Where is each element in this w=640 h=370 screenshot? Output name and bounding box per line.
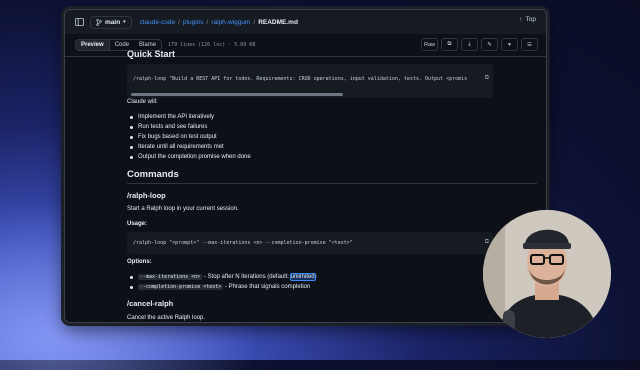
chevron-down-icon: ▾ — [123, 19, 126, 25]
breadcrumb: claude-code / plugins / ralph-wiggum / R… — [139, 18, 298, 26]
breadcrumb-ralph-wiggum[interactable]: ralph-wiggum — [211, 19, 250, 26]
steps-list: Implement the API iteratively Run tests … — [127, 112, 251, 162]
list-item: Output the completion promise when done — [127, 152, 251, 162]
code-block-quick: /ralph-loop "Build a REST API for todos.… — [127, 64, 493, 98]
top-label: Top — [525, 16, 536, 23]
inline-code: --max-iterations <n> — [138, 274, 203, 280]
top-button[interactable]: ↑ Top — [519, 16, 536, 23]
options-list: --max-iterations <n> - Stop after N iter… — [127, 272, 317, 292]
sidebar-toggle-icon[interactable] — [75, 18, 84, 26]
list-item: Fix bugs based on test output — [127, 132, 251, 142]
branch-name: main — [105, 18, 121, 26]
file-actions: Raw ⧉ ⤓ ✎ ▾ ☰ — [420, 38, 538, 51]
usage-label: Usage: — [127, 221, 148, 227]
paragraph: Cancel the active Ralph loop. — [127, 315, 206, 321]
file-header: main ▾ claude-code / plugins / ralph-wig… — [65, 10, 546, 35]
list-item: Iterate until all requirements met — [127, 142, 251, 152]
breadcrumb-repo[interactable]: claude-code — [140, 19, 175, 26]
copy-icon[interactable]: ⧉ — [485, 238, 489, 246]
file-meta: 179 lines (126 loc) · 5.09 KB — [168, 42, 256, 48]
code-line: /ralph-loop "Build a REST API for todos.… — [133, 76, 467, 82]
heading-cancel-ralph: /cancel-ralph — [127, 299, 174, 308]
branch-icon — [96, 18, 102, 26]
selected-text[interactable]: unlimited — [289, 273, 316, 281]
options-label: Options: — [127, 259, 152, 265]
tab-preview[interactable]: Preview — [76, 40, 110, 50]
branch-selector[interactable]: main ▾ — [90, 15, 132, 29]
inline-code: --completion-promise <text> — [138, 284, 224, 290]
list-item: --completion-promise <text> - Phrase tha… — [127, 282, 317, 292]
copy-icon[interactable]: ⧉ — [485, 74, 489, 82]
horizontal-scrollbar[interactable] — [131, 93, 343, 96]
heading-commands: Commands — [127, 169, 179, 180]
breadcrumb-file: README.md — [258, 18, 298, 26]
code-line: /ralph-loop "<prompt>" --max-iterations … — [133, 240, 353, 246]
copy-icon[interactable]: ⧉ — [441, 38, 458, 51]
browser-window: main ▾ claude-code / plugins / ralph-wig… — [64, 9, 547, 323]
webcam-overlay — [483, 210, 611, 338]
divider — [127, 183, 537, 184]
section-heading-quick-start: Quick Start — [127, 49, 176, 59]
list-item: Run tests and see failures — [127, 122, 251, 132]
list-item: Implement the API iteratively — [127, 112, 251, 122]
paragraph: Start a Ralph loop in your current sessi… — [127, 206, 239, 212]
arrow-up-icon: ↑ — [519, 16, 523, 23]
markdown-body: Quick Start /ralph-loop "Build a REST AP… — [127, 49, 537, 322]
list-icon[interactable]: ☰ — [521, 38, 538, 51]
presenter-avatar — [483, 210, 611, 338]
chevron-down-icon[interactable]: ▾ — [501, 38, 518, 51]
heading-ralph-loop: /ralph-loop — [127, 191, 166, 200]
code-block-usage: /ralph-loop "<prompt>" --max-iterations … — [127, 232, 493, 254]
edit-icon[interactable]: ✎ — [481, 38, 498, 51]
raw-button[interactable]: Raw — [420, 38, 438, 51]
list-item: --max-iterations <n> - Stop after N iter… — [127, 272, 317, 282]
breadcrumb-plugins[interactable]: plugins — [183, 19, 204, 26]
download-icon[interactable]: ⤓ — [461, 38, 478, 51]
paragraph: Claude will: — [127, 99, 158, 105]
